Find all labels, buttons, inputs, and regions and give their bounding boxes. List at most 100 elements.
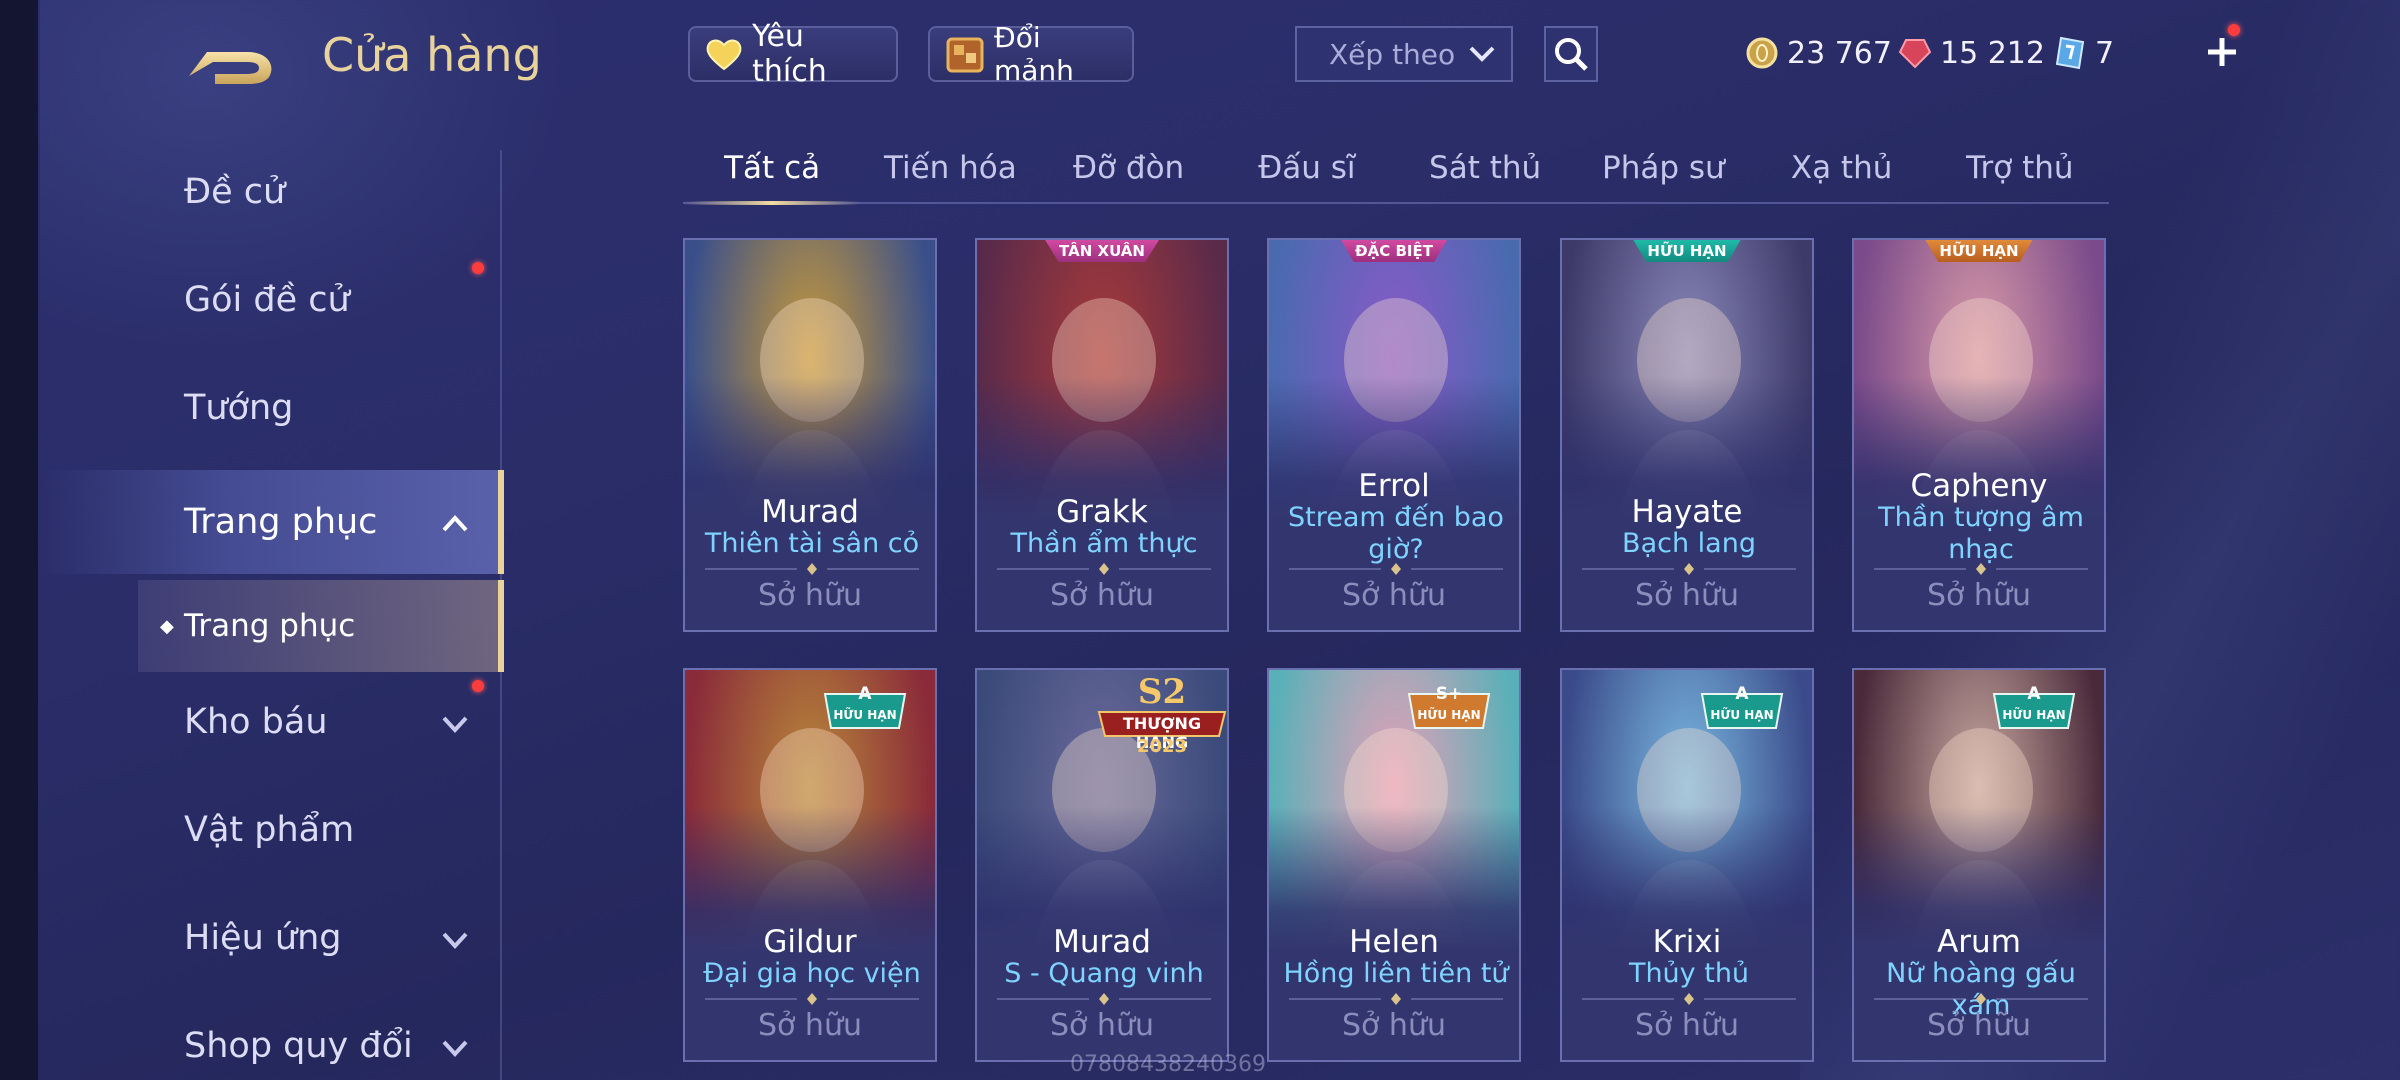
chevron-down-icon [442,1040,468,1057]
skin-name: Thiên tài sân cỏ [704,528,920,559]
grade-badge: S+ HỮU HẠN [1403,684,1495,732]
tab-mage[interactable]: Pháp sư [1574,134,1752,202]
season-rank-badge: S2 THƯỢNG HẠNG 2023 [1095,672,1227,758]
tab-tank[interactable]: Đỡ đòn [1040,134,1218,202]
skin-name: Thủy thủ [1628,958,1750,989]
skin-card[interactable]: A HỮU HẠN Arum Nữ hoàng gấu xám Sở hữu [1852,668,2106,1062]
card-divider-ornament [997,990,1211,1005]
sidebar-item-exchange-shop[interactable]: Shop quy đổi [40,994,504,1080]
sidebar-item-label: Shop quy đổi [184,1026,413,1066]
tab-evolution[interactable]: Tiến hóa [861,134,1039,202]
skin-card[interactable]: ĐẶC BIỆT Errol Stream đến bao giờ? Sở hữu [1267,238,1521,632]
card-divider-ornament [1582,560,1796,575]
skin-tag-badge: HỮU HẠN [1633,240,1741,262]
owned-status: Sở hữu [758,1008,862,1043]
grade-limited-label: HỮU HẠN [1710,708,1774,722]
top-up-button[interactable] [2196,26,2248,78]
notification-dot [2228,24,2240,36]
chevron-down-icon [442,716,468,733]
sidebar-item-effects[interactable]: Hiệu ứng [40,886,504,990]
card-divider-ornament [1582,990,1796,1005]
heart-icon [704,33,744,75]
tab-fighter[interactable]: Đấu sĩ [1218,134,1396,202]
grade-badge: A HỮU HẠN [819,684,911,732]
fragment-exchange-button[interactable]: Đổi mảnh [928,21,1134,87]
tab-all[interactable]: Tất cả [683,134,862,205]
skin-tag-badge: ĐẶC BIỆT [1341,240,1447,262]
notification-dot [472,680,484,692]
hero-name: Grakk [1056,494,1148,530]
sidebar: Đề cử Gói đề cử Tướng Trang phục ◆ Trang… [40,140,504,1080]
skin-card[interactable]: HỮU HẠN Hayate Bạch lang Sở hữu [1560,238,1814,632]
owned-status: Sở hữu [758,578,862,613]
owned-status: Sở hữu [1050,578,1154,613]
chevron-up-icon [442,515,468,532]
season-label: S2 [1137,672,1187,712]
skin-name: Thần tượng âm nhạc [1878,502,2084,565]
sidebar-subitem-skins[interactable]: ◆ Trang phục [138,580,504,672]
tab-assassin[interactable]: Sát thủ [1396,134,1574,202]
owned-status: Sở hữu [1635,1008,1739,1043]
skin-tag-badge: TÂN XUÂN [1045,240,1159,262]
sidebar-item-label: Hiệu ứng [184,918,342,958]
fragment-box-icon [944,33,986,75]
favorite-button[interactable]: Yêu thích [688,19,898,89]
skin-name: S - Quang vinh [1004,958,1204,989]
hero-name: Errol [1358,468,1430,504]
season-year-label: 2023 [1136,736,1188,757]
search-icon [1555,38,1588,71]
sidebar-item-items[interactable]: Vật phẩm [40,778,504,882]
owned-status: Sở hữu [1342,578,1446,613]
sidebar-item-label: Đề cử [184,172,286,212]
sidebar-item-skins[interactable]: Trang phục [40,470,504,574]
ruby-value: 15 212 [1940,35,2045,71]
skin-grid: Murad Thiên tài sân cỏ Sở hữu TÂN XUÂN Grakk… [683,238,2109,1080]
tab-marksman[interactable]: Xạ thủ [1753,134,1931,202]
card-divider-ornament [705,560,919,575]
skin-card[interactable]: S2 THƯỢNG HẠNG 2023 Murad S - Quang vinh Sở h… [975,668,1229,1062]
skin-card[interactable]: A HỮU HẠN Gildur Đại gia học viện Sở hữu [683,668,937,1062]
search-button[interactable] [1544,26,1598,82]
grade-letter: A [2027,684,2041,704]
skin-tag-badge: HỮU HẠN [1925,240,2033,262]
skin-name: Đại gia học viện [703,958,921,989]
tab-support[interactable]: Trợ thủ [1931,134,2109,202]
hero-name: Capheny [1910,468,2048,504]
screen-bezel [0,0,38,1080]
sort-dropdown[interactable]: Xếp theo [1295,26,1513,82]
owned-status: Sở hữu [1927,578,2031,613]
skin-name: Hồng liên tiên tử [1283,958,1509,989]
grade-limited-label: HỮU HẠN [1417,708,1481,722]
skin-card[interactable]: A HỮU HẠN Krixi Thủy thủ Sở hữu [1560,668,1814,1062]
skin-card[interactable]: Murad Thiên tài sân cỏ Sở hữu [683,238,937,632]
grade-letter: A [1735,684,1749,704]
sidebar-item-recommended-packs[interactable]: Gói đề cử [40,248,504,352]
hero-name: Murad [761,494,859,530]
favorite-label: Yêu thích [752,19,827,89]
skin-card[interactable]: TÂN XUÂN Grakk Thần ẩm thực Sở hữu [975,238,1229,632]
gold-value: 23 767 [1787,35,1892,71]
skin-name: Bạch lang [1622,528,1756,559]
grade-letter: S+ [1435,684,1463,704]
sidebar-item-label: Kho báu [184,702,328,742]
card-divider-ornament [1289,560,1503,575]
card-divider-ornament [1289,990,1503,1005]
sidebar-item-treasure[interactable]: Kho báu [40,670,504,774]
skin-card[interactable]: S+ HỮU HẠN Helen Hồng liên tiên tử Sở hữu [1267,668,1521,1062]
ticket-icon [2055,36,2085,70]
sidebar-item-heroes[interactable]: Tướng [40,356,504,460]
plus-icon [2208,38,2236,66]
sidebar-item-recommended[interactable]: Đề cử [40,140,504,244]
watermark-id: 07808438240369 [1070,1052,1266,1077]
back-button[interactable] [185,32,281,88]
chevron-down-icon [1469,46,1495,62]
grade-limited-label: HỮU HẠN [833,708,897,722]
skin-card[interactable]: HỮU HẠN Capheny Thần tượng âm nhạc Sở hữu [1852,238,2106,632]
ticket-balance: 7 [2053,28,2114,78]
hero-name: Hayate [1631,494,1743,530]
skin-name: Stream đến bao giờ? [1288,502,1504,565]
fragment-label: Đổi mảnh [994,21,1074,87]
grade-badge: A HỮU HẠN [1988,684,2080,732]
card-divider-ornament [997,560,1211,575]
sidebar-item-label: Vật phẩm [184,810,355,850]
